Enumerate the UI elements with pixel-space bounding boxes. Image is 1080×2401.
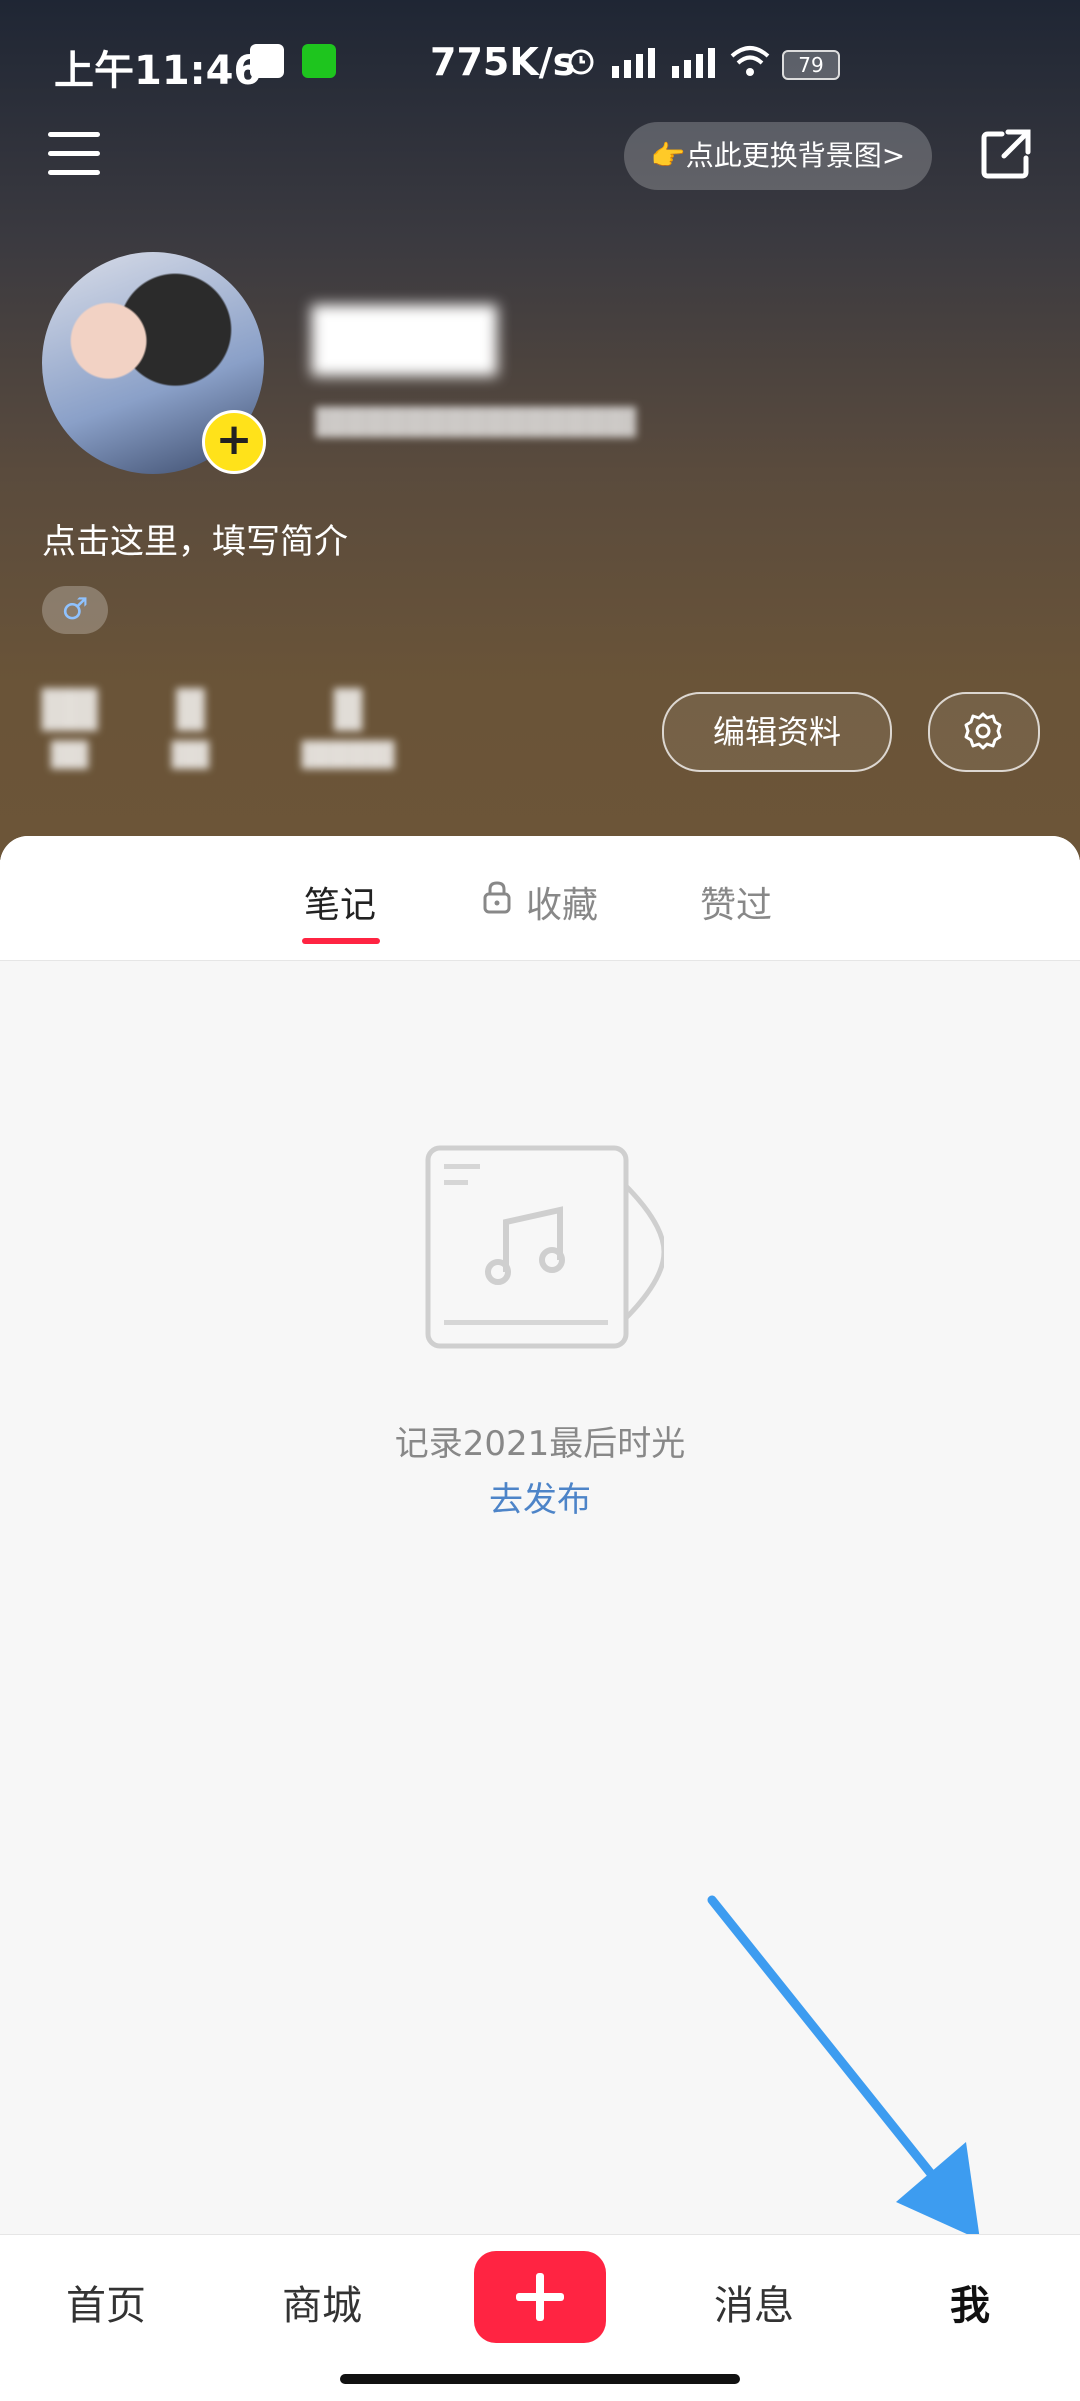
gender-badge: ♂: [42, 586, 108, 634]
menu-icon[interactable]: [48, 132, 100, 180]
bio-placeholder[interactable]: 点击这里，填写简介: [42, 514, 348, 563]
lock-icon: [483, 881, 511, 914]
edit-profile-button[interactable]: 编辑资料: [662, 692, 892, 772]
tab-collections[interactable]: 收藏: [526, 876, 598, 928]
go-publish-link[interactable]: 去发布: [0, 1472, 1080, 1521]
nav-mall[interactable]: 商城: [282, 2273, 362, 2331]
empty-state-text: 记录2021最后时光: [394, 1424, 686, 1464]
annotation-arrow-icon: [707, 1895, 980, 2240]
publish-button[interactable]: [474, 2251, 606, 2343]
iqiyi-notification-icon: [302, 44, 336, 78]
wifi-icon: [730, 46, 770, 76]
tab-liked[interactable]: 赞过: [700, 876, 772, 928]
signal-icon-2: [672, 48, 715, 78]
status-bar: 上午11:46 775K/s 79: [0, 0, 1080, 120]
nav-messages[interactable]: 消息: [714, 2273, 794, 2331]
tab-notes[interactable]: 笔记: [304, 876, 376, 928]
change-background-button[interactable]: 👉点此更换背景图>: [624, 122, 932, 190]
active-tab-indicator: [302, 938, 380, 944]
nav-me[interactable]: 我: [950, 2273, 990, 2331]
share-icon[interactable]: [978, 126, 1034, 182]
plus-icon: [516, 2273, 564, 2321]
profile-stats-blurred: ██ ██ █ ██ █ █████: [42, 690, 395, 769]
signal-icon: [612, 48, 655, 78]
add-avatar-button[interactable]: +: [202, 410, 266, 474]
music-note-illustration-icon: [425, 1145, 664, 1349]
nav-home[interactable]: 首页: [66, 2273, 146, 2331]
battery-indicator: 79: [782, 50, 840, 80]
network-speed: 775K/s: [430, 40, 576, 84]
gear-icon: [964, 712, 1002, 750]
username-blurred: ████: [312, 306, 497, 376]
qq-notification-icon: [250, 44, 284, 78]
profile-tabs: 笔记 收藏 赞过: [0, 836, 1080, 961]
home-indicator[interactable]: [340, 2374, 740, 2384]
status-time: 上午11:46: [54, 48, 262, 94]
alarm-icon: [568, 49, 594, 75]
user-id-blurred: ████████████████: [316, 408, 636, 438]
settings-button[interactable]: [928, 692, 1040, 772]
